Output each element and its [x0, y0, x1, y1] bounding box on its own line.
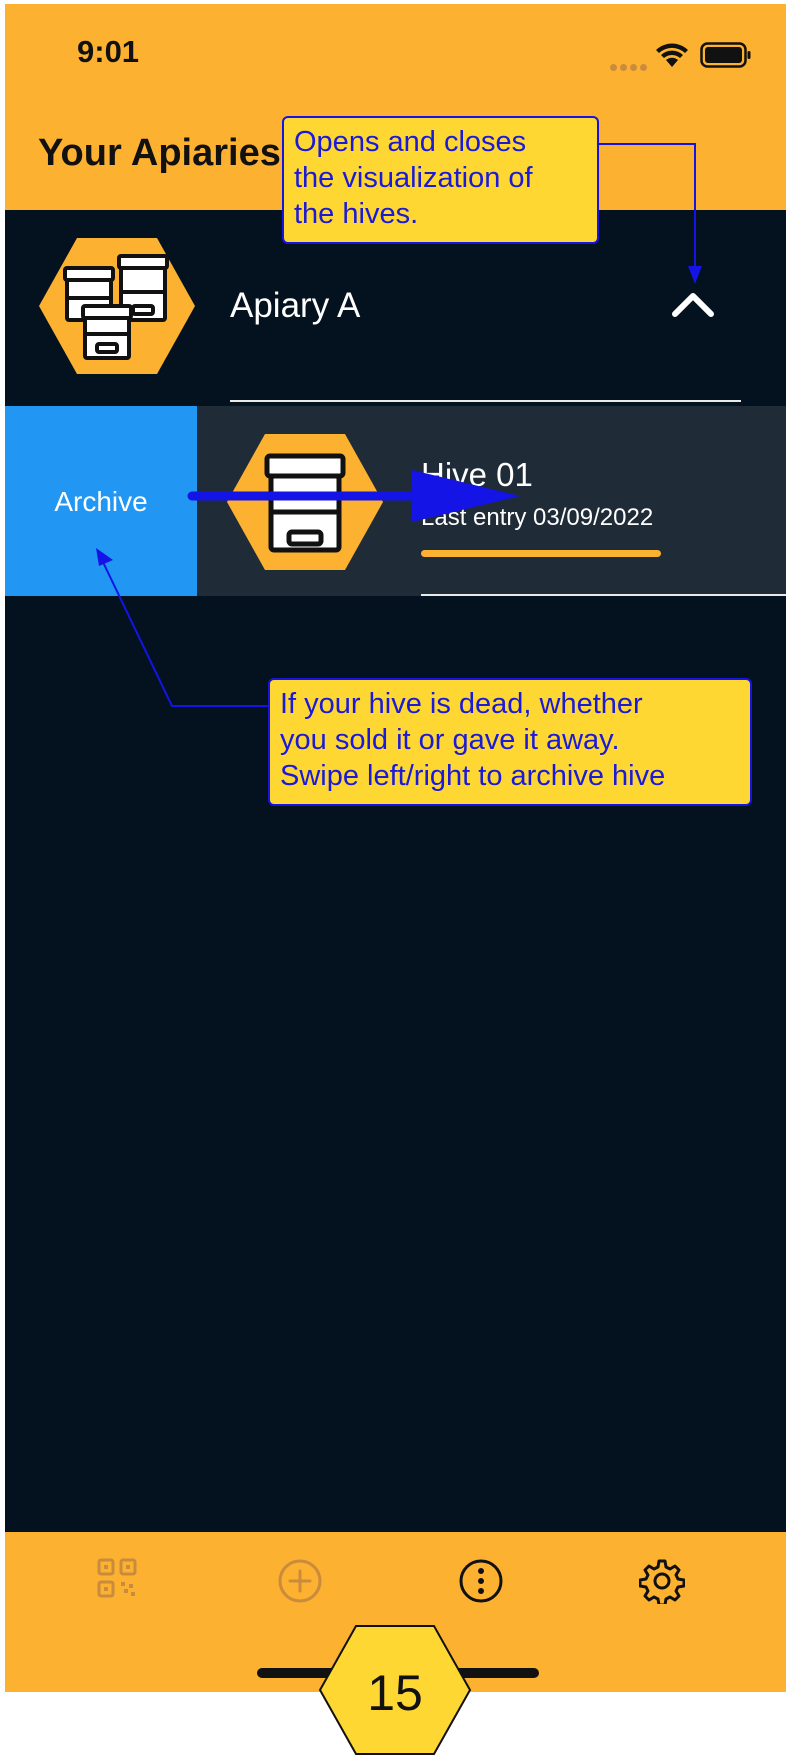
- callout-line: Swipe left/right to archive hive: [280, 760, 666, 792]
- annotation-arrows: [96, 143, 702, 707]
- callout-line: Opens and closes: [294, 126, 527, 158]
- toggle-callout: Opens and closes the visualization of th…: [282, 116, 599, 244]
- callout-line: you sold it or gave it away.: [280, 724, 620, 756]
- archive-callout: If your hive is dead, whether you sold i…: [268, 678, 752, 806]
- callout-line: the hives.: [294, 198, 419, 230]
- page-number: 15: [367, 1665, 423, 1721]
- callout-line: the visualization of: [294, 162, 533, 194]
- callout-line: If your hive is dead, whether: [280, 688, 643, 720]
